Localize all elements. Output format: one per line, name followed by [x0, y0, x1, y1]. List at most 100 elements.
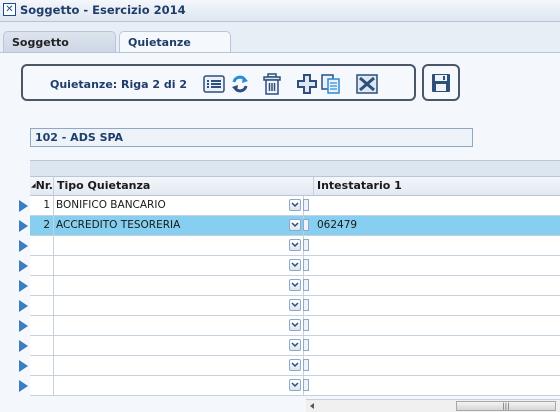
cell-tipo-quietanza[interactable]	[54, 376, 304, 395]
cell-intestatario[interactable]	[314, 276, 560, 295]
cell-intestatario[interactable]	[314, 296, 560, 315]
row-selector-icon[interactable]	[19, 240, 28, 252]
column-header-nr[interactable]: ◢Nr.	[30, 177, 54, 195]
dropdown-button[interactable]	[289, 219, 301, 231]
cell-intestatario[interactable]	[314, 256, 560, 275]
save-button[interactable]	[422, 64, 460, 101]
tab-quietanze[interactable]: Quietanze	[119, 31, 231, 52]
table-row[interactable]	[30, 336, 560, 356]
row-selector-icon[interactable]	[19, 280, 28, 292]
table-row[interactable]	[30, 376, 560, 396]
row-selector-icon[interactable]	[19, 380, 28, 392]
save-icon	[432, 73, 450, 92]
table-row[interactable]	[30, 256, 560, 276]
dropdown-button[interactable]	[289, 279, 301, 291]
table-row[interactable]	[30, 276, 560, 296]
lookup-button[interactable]	[303, 299, 309, 311]
lookup-button[interactable]	[303, 279, 309, 291]
cell-nr	[30, 256, 54, 275]
row-selector-icon[interactable]	[19, 260, 28, 272]
add-icon	[297, 74, 317, 94]
chevron-down-icon	[291, 282, 299, 288]
cell-nr	[30, 236, 54, 255]
scrollbar-thumb[interactable]: |||	[456, 401, 556, 411]
table-row[interactable]	[30, 296, 560, 316]
cell-tipo-quietanza[interactable]	[54, 276, 304, 295]
cell-intestatario[interactable]	[314, 376, 560, 395]
cell-tipo-quietanza[interactable]	[54, 256, 304, 275]
cell-tipo-quietanza[interactable]	[54, 296, 304, 315]
cell-nr	[30, 376, 54, 395]
dropdown-button[interactable]	[289, 199, 301, 211]
table-row[interactable]	[30, 356, 560, 376]
dropdown-button[interactable]	[289, 259, 301, 271]
cell-intestatario[interactable]	[314, 236, 560, 255]
lookup-button[interactable]	[303, 239, 309, 251]
cell-intestatario[interactable]	[314, 336, 560, 355]
row-selector-icon[interactable]	[19, 220, 28, 232]
lookup-button[interactable]	[303, 379, 309, 391]
lookup-button[interactable]	[303, 319, 309, 331]
cell-tipo-quietanza[interactable]	[54, 336, 304, 355]
tab-soggetto[interactable]: Soggetto	[3, 31, 116, 52]
chevron-down-icon	[291, 342, 299, 348]
cell-intestatario[interactable]: 062479	[314, 216, 560, 235]
dropdown-button[interactable]	[289, 379, 301, 391]
dropdown-button[interactable]	[289, 339, 301, 351]
table-row[interactable]	[30, 316, 560, 336]
grid-header: ◢Nr. Tipo Quietanza Intestatario 1	[30, 176, 560, 196]
row-selector-icon[interactable]	[19, 300, 28, 312]
delete-button[interactable]	[261, 73, 283, 95]
cell-intestatario[interactable]	[314, 356, 560, 375]
row-selector-icon[interactable]	[19, 360, 28, 372]
cell-nr	[30, 316, 54, 335]
cell-nr	[30, 296, 54, 315]
list-button[interactable]	[203, 73, 225, 95]
cell-nr: 1	[30, 196, 54, 215]
cell-nr	[30, 356, 54, 375]
lookup-button[interactable]	[303, 359, 309, 371]
cell-intestatario[interactable]	[314, 196, 560, 215]
dropdown-button[interactable]	[289, 299, 301, 311]
chevron-down-icon	[291, 202, 299, 208]
horizontal-scrollbar[interactable]: |||	[306, 399, 560, 412]
row-selector-icon[interactable]	[19, 340, 28, 352]
column-header-intestatario[interactable]: Intestatario 1	[314, 177, 560, 195]
cell-tipo-quietanza[interactable]: ACCREDITO TESORERIA	[54, 216, 304, 235]
row-selector-icon[interactable]	[19, 320, 28, 332]
lookup-button[interactable]	[303, 259, 309, 271]
chevron-down-icon	[291, 242, 299, 248]
add-button[interactable]	[296, 73, 318, 95]
window-title: Soggetto - Esercizio 2014	[20, 3, 186, 17]
cell-tipo-quietanza[interactable]	[54, 356, 304, 375]
app-close-icon[interactable]: ✕	[3, 3, 16, 16]
cell-tipo-quietanza[interactable]	[54, 316, 304, 335]
cell-nr: 2	[30, 216, 54, 235]
scroll-left-icon[interactable]	[310, 403, 314, 409]
chevron-down-icon	[291, 302, 299, 308]
refresh-button[interactable]	[229, 73, 251, 95]
lookup-button[interactable]	[303, 199, 309, 211]
row-selector-icon[interactable]	[19, 200, 28, 212]
dropdown-button[interactable]	[289, 359, 301, 371]
cell-tipo-quietanza[interactable]	[54, 236, 304, 255]
export-excel-button[interactable]	[356, 73, 378, 95]
copy-button[interactable]	[320, 73, 342, 95]
subject-field: 102 - ADS SPA	[30, 128, 473, 147]
dropdown-button[interactable]	[289, 319, 301, 331]
cell-tipo-quietanza[interactable]: BONIFICO BANCARIO	[54, 196, 304, 215]
lookup-button[interactable]	[303, 219, 309, 231]
table-row[interactable]	[30, 236, 560, 256]
excel-icon	[356, 74, 378, 94]
grid-body: 1 BONIFICO BANCARIO 2 ACCREDITO TESORERIA 06…	[30, 196, 560, 396]
chevron-down-icon	[291, 222, 299, 228]
column-header-tipo-quietanza[interactable]: Tipo Quietanza	[54, 177, 314, 195]
chevron-down-icon	[291, 262, 299, 268]
chevron-down-icon	[291, 322, 299, 328]
list-icon	[203, 75, 225, 93]
cell-intestatario[interactable]	[314, 316, 560, 335]
table-row[interactable]: 1 BONIFICO BANCARIO	[30, 196, 560, 216]
dropdown-button[interactable]	[289, 239, 301, 251]
table-row[interactable]: 2 ACCREDITO TESORERIA 062479	[30, 216, 560, 236]
lookup-button[interactable]	[303, 339, 309, 351]
